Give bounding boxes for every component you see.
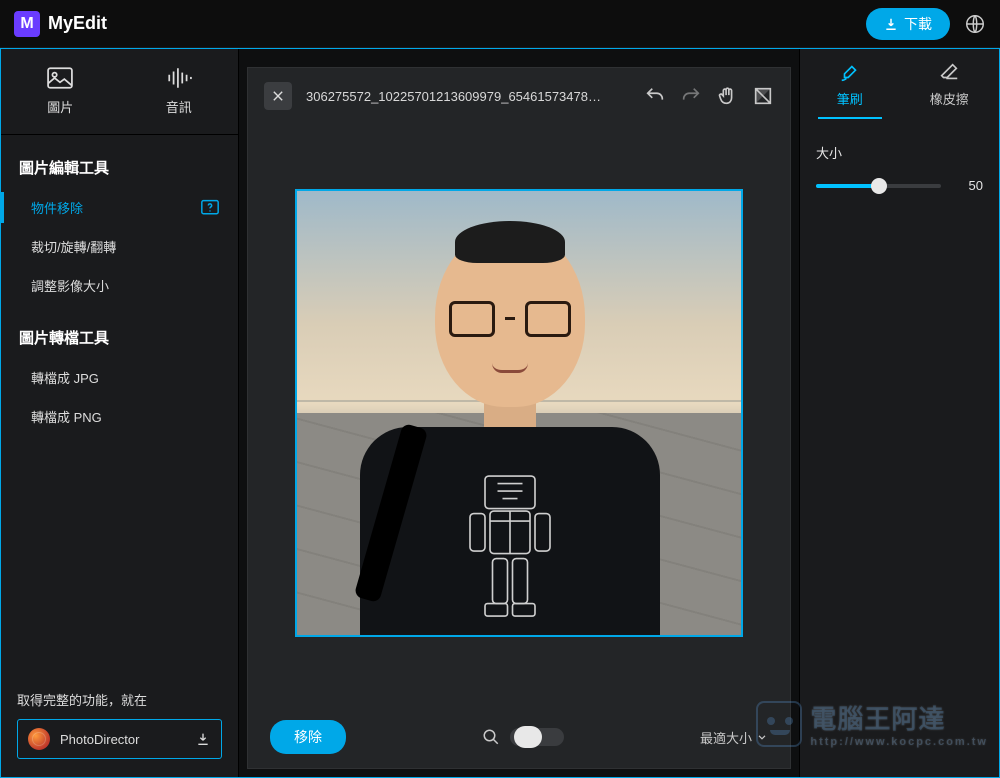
- chevron-down-icon: [756, 731, 768, 743]
- size-value: 50: [955, 178, 983, 193]
- nav-label: 轉檔成 PNG: [31, 407, 102, 426]
- nav-label: 物件移除: [31, 198, 83, 217]
- nav-convert-png[interactable]: 轉檔成 PNG: [1, 397, 238, 436]
- close-file-button[interactable]: [264, 82, 292, 110]
- section-edit-title: 圖片編輯工具: [1, 135, 238, 188]
- download-label: 下載: [904, 14, 932, 34]
- tab-audio[interactable]: 音訊: [120, 49, 239, 134]
- download-button[interactable]: 下載: [866, 8, 950, 40]
- promo-product-label: PhotoDirector: [60, 732, 139, 747]
- redo-icon[interactable]: [680, 85, 702, 107]
- canvas-column: 306275572_10225701213609979_654615734785…: [239, 49, 799, 777]
- edited-image[interactable]: [295, 189, 743, 637]
- tool-tabs: 筆刷 橡皮擦: [800, 49, 999, 119]
- app-logo-icon: M: [14, 11, 40, 37]
- tab-image[interactable]: 圖片: [1, 49, 120, 134]
- left-sidebar: 圖片 音訊 圖片編輯工具 物件移除 裁切/旋轉/翻轉 調整影像大小 圖片轉檔工具…: [1, 49, 239, 777]
- brush-settings: 大小 50: [800, 119, 999, 217]
- undo-icon[interactable]: [644, 85, 666, 107]
- tab-brush[interactable]: 筆刷: [800, 49, 900, 119]
- main-layout: 圖片 音訊 圖片編輯工具 物件移除 裁切/旋轉/翻轉 調整影像大小 圖片轉檔工具…: [0, 48, 1000, 778]
- right-panel: 筆刷 橡皮擦 大小 50: [799, 49, 999, 777]
- tab-brush-label: 筆刷: [837, 89, 863, 108]
- canvas-area[interactable]: [248, 124, 790, 706]
- eraser-icon: [938, 61, 960, 83]
- tab-eraser[interactable]: 橡皮擦: [900, 49, 1000, 119]
- canvas-toolbar: 306275572_10225701213609979_654615734785…: [248, 68, 790, 124]
- download-small-icon: [195, 731, 211, 747]
- nav-resize[interactable]: 調整影像大小: [1, 266, 238, 305]
- zoom-magnifier-icon: [482, 728, 500, 746]
- zoom-slider[interactable]: [510, 728, 564, 746]
- tab-eraser-label: 橡皮擦: [930, 89, 969, 108]
- size-slider-row: 50: [816, 178, 983, 193]
- audio-icon: [166, 67, 192, 89]
- promo-photodirector-button[interactable]: PhotoDirector: [17, 719, 222, 759]
- nav-label: 調整影像大小: [31, 276, 109, 295]
- section-convert-title: 圖片轉檔工具: [1, 305, 238, 358]
- fit-label-text: 最適大小: [700, 728, 752, 747]
- tab-image-label: 圖片: [47, 97, 73, 116]
- nav-crop-rotate[interactable]: 裁切/旋轉/翻轉: [1, 227, 238, 266]
- canvas-frame: 306275572_10225701213609979_654615734785…: [247, 67, 791, 769]
- fit-to-screen-button[interactable]: 最適大小: [700, 728, 768, 747]
- apply-remove-button[interactable]: 移除: [270, 720, 346, 754]
- promo-text: 取得完整的功能，就在: [17, 690, 222, 709]
- size-slider[interactable]: [816, 184, 941, 188]
- tab-audio-label: 音訊: [166, 97, 192, 116]
- download-icon: [884, 17, 898, 31]
- compare-icon[interactable]: [752, 85, 774, 107]
- nav-label: 裁切/旋轉/翻轉: [31, 237, 116, 256]
- language-icon[interactable]: [964, 13, 986, 35]
- help-icon[interactable]: [200, 199, 220, 217]
- remove-label: 移除: [294, 729, 322, 745]
- size-label: 大小: [816, 143, 983, 162]
- nav-label: 轉檔成 JPG: [31, 368, 99, 387]
- media-type-tabs: 圖片 音訊: [1, 49, 238, 135]
- pan-hand-icon[interactable]: [716, 85, 738, 107]
- canvas-footer: 移除 最適大小: [248, 706, 790, 768]
- image-icon: [47, 67, 73, 89]
- app-name: MyEdit: [48, 13, 107, 34]
- size-slider-thumb[interactable]: [871, 178, 887, 194]
- zoom-thumb[interactable]: [514, 726, 542, 748]
- zoom-control: [482, 728, 564, 746]
- promo-area: 取得完整的功能，就在 PhotoDirector: [1, 676, 238, 777]
- photodirector-logo-icon: [28, 728, 50, 750]
- close-icon: [271, 89, 285, 103]
- brush-icon: [839, 61, 861, 83]
- nav-convert-jpg[interactable]: 轉檔成 JPG: [1, 358, 238, 397]
- nav-object-removal[interactable]: 物件移除: [1, 188, 238, 227]
- app-header: M MyEdit 下載: [0, 0, 1000, 48]
- filename-label: 306275572_10225701213609979_654615734785…: [306, 89, 606, 104]
